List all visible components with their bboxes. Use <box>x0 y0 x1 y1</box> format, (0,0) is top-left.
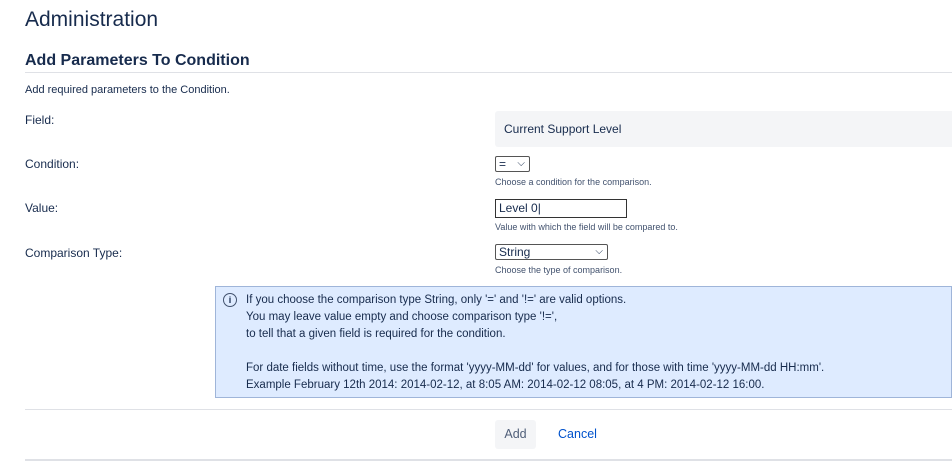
field-value: Current Support Level <box>495 111 952 147</box>
comparison-type-selected: String <box>499 245 531 259</box>
comparison-type-label: Comparison Type: <box>25 246 123 260</box>
info-icon: i <box>223 293 237 307</box>
add-button[interactable]: Add <box>495 420 536 449</box>
divider <box>25 459 952 461</box>
section-title: Add Parameters To Condition <box>25 52 250 69</box>
condition-select[interactable]: = ⌵ <box>495 156 530 172</box>
comparison-type-hint: Choose the type of comparison. <box>495 265 623 275</box>
section-description: Add required parameters to the Condition… <box>25 84 230 96</box>
info-line: Example February 12th 2014: 2014-02-12, … <box>246 379 765 391</box>
value-input[interactable]: Level 0| <box>495 199 627 218</box>
value-hint: Value with which the field will be compa… <box>495 222 678 232</box>
chevron-down-icon: ⌵ <box>595 246 603 257</box>
page-title: Administration <box>25 8 159 31</box>
condition-hint: Choose a condition for the comparison. <box>495 177 652 187</box>
info-line: For date fields without time, use the fo… <box>246 362 825 374</box>
info-line: to tell that a given field is required f… <box>246 328 506 340</box>
info-line: If you choose the comparison type String… <box>246 294 627 306</box>
condition-label: Condition: <box>25 157 80 171</box>
field-label: Field: <box>25 113 55 127</box>
value-input-text: Level 0 <box>499 201 538 215</box>
divider <box>25 72 952 73</box>
cancel-button[interactable]: Cancel <box>550 420 605 449</box>
chevron-down-icon: ⌵ <box>517 158 525 169</box>
value-label: Value: <box>25 201 59 215</box>
comparison-type-select[interactable]: String ⌵ <box>495 244 608 260</box>
condition-selected: = <box>499 157 507 171</box>
info-line: You may leave value empty and choose com… <box>246 311 558 323</box>
divider <box>25 409 952 410</box>
info-message: i If you choose the comparison type Stri… <box>215 286 952 398</box>
